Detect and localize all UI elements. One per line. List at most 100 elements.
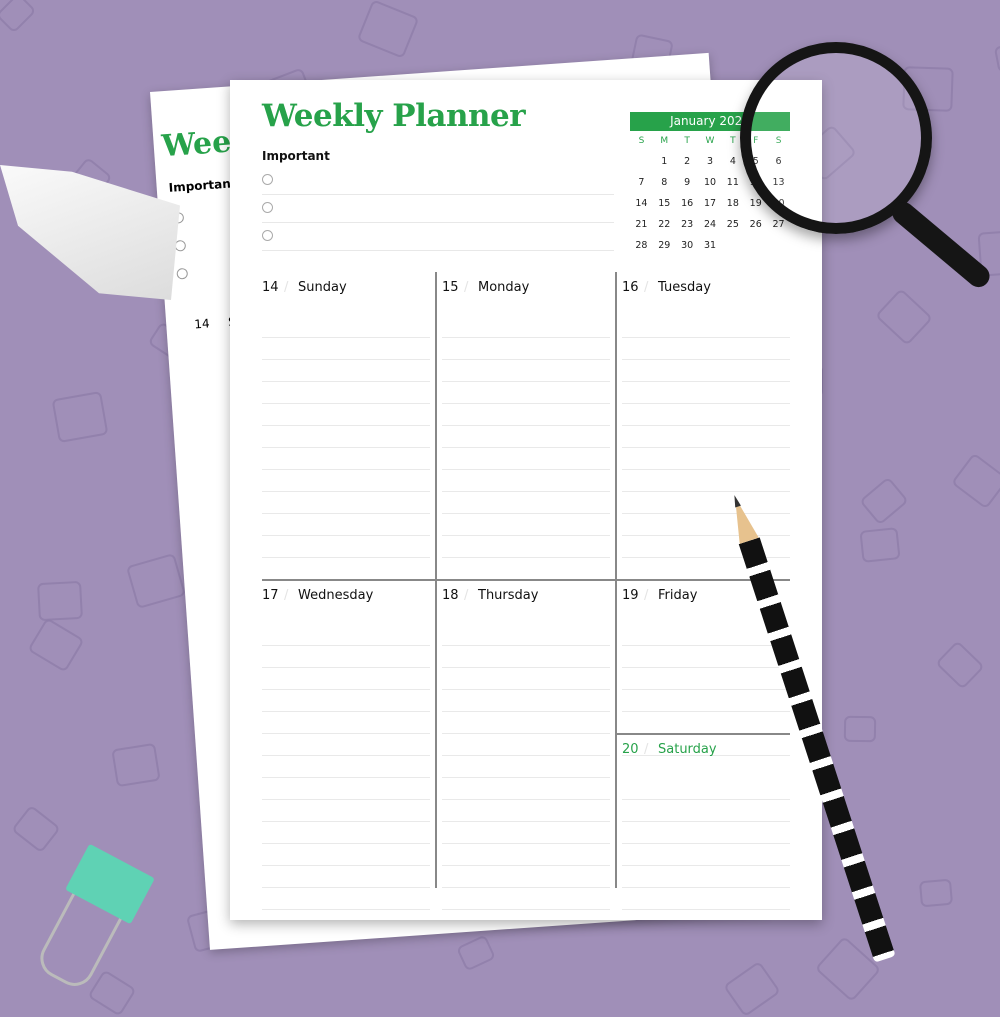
writing-line[interactable]	[262, 404, 430, 426]
writing-line[interactable]	[262, 316, 430, 338]
calendar-day[interactable]: 28	[630, 235, 653, 256]
calendar-day[interactable]: 21	[630, 214, 653, 235]
writing-line[interactable]	[622, 822, 790, 844]
calendar-day[interactable]: 16	[676, 193, 699, 214]
writing-line[interactable]	[262, 492, 430, 514]
writing-line[interactable]	[442, 426, 610, 448]
important-item[interactable]	[262, 166, 614, 195]
writing-line[interactable]	[262, 690, 430, 712]
writing-line[interactable]	[262, 756, 430, 778]
writing-line[interactable]	[262, 448, 430, 470]
writing-line[interactable]	[262, 646, 430, 668]
calendar-day[interactable]: 8	[653, 172, 676, 193]
writing-line[interactable]	[442, 822, 610, 844]
calendar-day[interactable]: 25	[721, 214, 744, 235]
writing-line[interactable]	[442, 844, 610, 866]
writing-line[interactable]	[442, 712, 610, 734]
writing-line[interactable]	[442, 624, 610, 646]
writing-line[interactable]	[442, 514, 610, 536]
calendar-day[interactable]: 17	[699, 193, 722, 214]
writing-line[interactable]	[622, 888, 790, 910]
writing-line[interactable]	[262, 888, 430, 910]
writing-line[interactable]	[262, 338, 430, 360]
calendar-day[interactable]: 24	[699, 214, 722, 235]
writing-line[interactable]	[262, 778, 430, 800]
calendar-day[interactable]: 7	[630, 172, 653, 193]
writing-line[interactable]	[262, 712, 430, 734]
writing-line[interactable]	[442, 668, 610, 690]
writing-line[interactable]	[622, 690, 790, 712]
writing-line[interactable]	[442, 756, 610, 778]
writing-line[interactable]	[442, 448, 610, 470]
writing-line[interactable]	[442, 734, 610, 756]
writing-line[interactable]	[622, 646, 790, 668]
calendar-day[interactable]: 18	[721, 193, 744, 214]
calendar-day[interactable]: 31	[699, 235, 722, 256]
writing-line[interactable]	[622, 712, 790, 734]
writing-line[interactable]	[622, 426, 790, 448]
calendar-day[interactable]: 9	[676, 172, 699, 193]
writing-line[interactable]	[442, 690, 610, 712]
writing-line[interactable]	[622, 404, 790, 426]
calendar-day[interactable]: 3	[699, 151, 722, 172]
writing-line[interactable]	[442, 316, 610, 338]
writing-line[interactable]	[262, 822, 430, 844]
calendar-day[interactable]: 14	[630, 193, 653, 214]
writing-line[interactable]	[262, 800, 430, 822]
calendar-day[interactable]: 23	[676, 214, 699, 235]
writing-line[interactable]	[622, 338, 790, 360]
writing-line[interactable]	[442, 536, 610, 558]
writing-line[interactable]	[262, 668, 430, 690]
calendar-day[interactable]: 2	[676, 151, 699, 172]
calendar-day[interactable]: 29	[653, 235, 676, 256]
writing-line[interactable]	[442, 338, 610, 360]
checkbox-icon[interactable]	[262, 230, 273, 241]
writing-line[interactable]	[442, 404, 610, 426]
writing-line[interactable]	[442, 646, 610, 668]
writing-line[interactable]	[262, 536, 430, 558]
calendar-day[interactable]: 10	[699, 172, 722, 193]
writing-line[interactable]	[622, 514, 790, 536]
calendar-day[interactable]: 11	[721, 172, 744, 193]
writing-line[interactable]	[622, 778, 790, 800]
writing-line[interactable]	[262, 514, 430, 536]
writing-line[interactable]	[262, 734, 430, 756]
important-item[interactable]	[262, 222, 614, 251]
writing-line[interactable]	[262, 360, 430, 382]
writing-line[interactable]	[622, 316, 790, 338]
checkbox-icon[interactable]	[262, 202, 273, 213]
writing-line[interactable]	[262, 844, 430, 866]
writing-line[interactable]	[442, 866, 610, 888]
writing-line[interactable]	[622, 382, 790, 404]
writing-line[interactable]	[622, 866, 790, 888]
writing-line[interactable]	[442, 470, 610, 492]
important-item[interactable]	[262, 194, 614, 223]
writing-line[interactable]	[442, 778, 610, 800]
writing-line[interactable]	[262, 470, 430, 492]
writing-line[interactable]	[622, 844, 790, 866]
checkbox-icon[interactable]	[262, 174, 273, 185]
writing-line[interactable]	[622, 492, 790, 514]
writing-line[interactable]	[442, 382, 610, 404]
writing-line[interactable]	[262, 382, 430, 404]
calendar-day[interactable]	[630, 151, 653, 172]
calendar-day[interactable]: 22	[653, 214, 676, 235]
calendar-day[interactable]: 30	[676, 235, 699, 256]
calendar-day[interactable]: 1	[653, 151, 676, 172]
writing-line[interactable]	[622, 470, 790, 492]
writing-line[interactable]	[262, 558, 430, 580]
writing-line[interactable]	[622, 360, 790, 382]
writing-line[interactable]	[622, 448, 790, 470]
writing-line[interactable]	[442, 360, 610, 382]
writing-line[interactable]	[442, 800, 610, 822]
writing-line[interactable]	[442, 558, 610, 580]
writing-line[interactable]	[262, 426, 430, 448]
writing-line[interactable]	[622, 668, 790, 690]
calendar-day[interactable]: 15	[653, 193, 676, 214]
writing-line[interactable]	[442, 888, 610, 910]
writing-line[interactable]	[442, 492, 610, 514]
writing-line[interactable]	[262, 866, 430, 888]
calendar-day[interactable]: 26	[744, 214, 767, 235]
writing-line[interactable]	[262, 624, 430, 646]
writing-line[interactable]	[622, 800, 790, 822]
